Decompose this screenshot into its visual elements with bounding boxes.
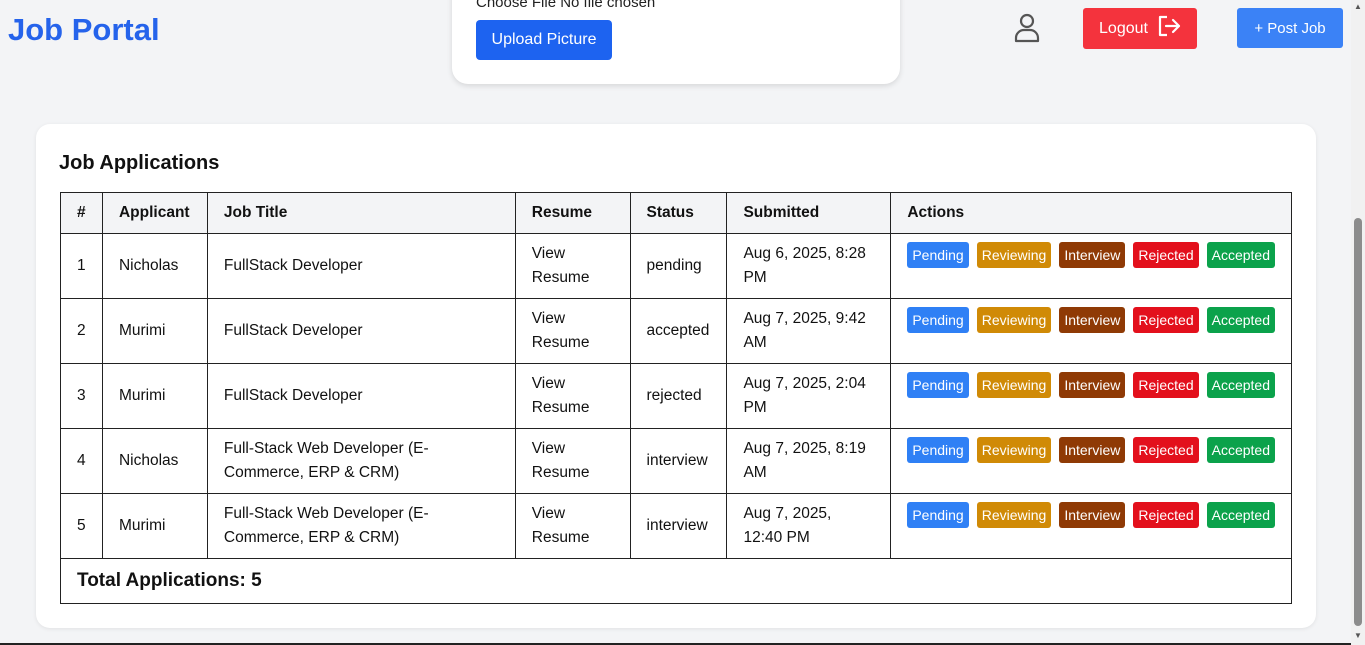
set-accepted-button[interactable]: Accepted	[1206, 372, 1275, 398]
status-actions: Pending Reviewing Interview Rejected Accepte…	[907, 372, 1275, 398]
job-title: Full-Stack Web Developer (E-Commerce, ER…	[206, 493, 516, 559]
set-accepted-button[interactable]: Accepted	[1206, 242, 1275, 268]
submitted-date: Aug 7, 2025, 12:40 PM	[726, 493, 892, 559]
set-reviewing-button[interactable]: Reviewing	[976, 502, 1052, 528]
set-rejected-button[interactable]: Rejected	[1133, 502, 1199, 528]
row-number: 5	[60, 493, 103, 559]
logout-label: Logout	[1099, 19, 1148, 37]
set-pending-button[interactable]: Pending	[907, 437, 969, 463]
table-row: 2 Murimi FullStack Developer View Resume acc…	[60, 298, 1292, 364]
actions-cell: Pending Reviewing Interview Rejected Accepte…	[890, 428, 1292, 494]
applicant-name: Murimi	[101, 363, 208, 429]
applicant-name: Nicholas	[101, 428, 208, 494]
applicant-name: Nicholas	[101, 233, 208, 299]
set-rejected-button[interactable]: Rejected	[1133, 437, 1199, 463]
actions-cell: Pending Reviewing Interview Rejected Accepte…	[890, 233, 1292, 299]
table-header-row: # Applicant Job Title Resume Status Subm…	[60, 192, 1292, 234]
column-header-status: Status	[629, 192, 728, 234]
row-number: 1	[60, 233, 103, 299]
column-header-number: #	[60, 192, 103, 234]
status-text: rejected	[629, 363, 728, 429]
set-rejected-button[interactable]: Rejected	[1133, 242, 1199, 268]
row-number: 3	[60, 363, 103, 429]
job-title: FullStack Developer	[206, 363, 516, 429]
scroll-down-arrow-icon[interactable]: ▼	[1353, 631, 1363, 641]
applicant-name: Murimi	[101, 493, 208, 559]
status-actions: Pending Reviewing Interview Rejected Accepte…	[907, 307, 1275, 333]
status-text: interview	[629, 493, 728, 559]
status-actions: Pending Reviewing Interview Rejected Accepte…	[907, 437, 1275, 463]
view-resume-link[interactable]: View Resume	[514, 363, 631, 429]
row-number: 2	[60, 298, 103, 364]
table-row: 5 Murimi Full-Stack Web Developer (E-Comme…	[60, 493, 1292, 559]
set-interview-button[interactable]: Interview	[1059, 372, 1126, 398]
view-resume-link[interactable]: View Resume	[514, 233, 631, 299]
logout-button[interactable]: Logout	[1083, 8, 1197, 49]
applications-title: Job Applications	[59, 152, 220, 174]
file-input[interactable]: Choose File No file chosen	[476, 0, 655, 11]
set-interview-button[interactable]: Interview	[1059, 307, 1126, 333]
status-text: accepted	[629, 298, 728, 364]
applications-card: Job Applications # Applicant Job Title R…	[36, 124, 1316, 628]
set-interview-button[interactable]: Interview	[1059, 502, 1126, 528]
status-actions: Pending Reviewing Interview Rejected Accepte…	[907, 502, 1275, 528]
logout-icon	[1157, 15, 1181, 42]
status-text: pending	[629, 233, 728, 299]
job-title: FullStack Developer	[206, 298, 516, 364]
applications-table: # Applicant Job Title Resume Status Subm…	[60, 192, 1292, 604]
submitted-date: Aug 6, 2025, 8:28 PM	[726, 233, 892, 299]
submitted-date: Aug 7, 2025, 9:42 AM	[726, 298, 892, 364]
set-accepted-button[interactable]: Accepted	[1206, 437, 1275, 463]
scroll-thumb[interactable]	[1354, 218, 1362, 626]
table-row: 4 Nicholas Full-Stack Web Developer (E-Com…	[60, 428, 1292, 494]
column-header-actions: Actions	[890, 192, 1292, 234]
set-reviewing-button[interactable]: Reviewing	[976, 437, 1052, 463]
page-scrollbar[interactable]: ▲ ▼	[1351, 0, 1365, 645]
column-header-applicant: Applicant	[101, 192, 208, 234]
set-accepted-button[interactable]: Accepted	[1206, 307, 1275, 333]
user-icon[interactable]	[1013, 13, 1041, 43]
set-reviewing-button[interactable]: Reviewing	[976, 372, 1052, 398]
set-pending-button[interactable]: Pending	[907, 307, 969, 333]
upload-card: Choose File No file chosen Upload Pictur…	[452, 0, 900, 84]
column-header-job-title: Job Title	[206, 192, 516, 234]
post-job-button[interactable]: + Post Job	[1237, 8, 1343, 48]
page: Job Portal Choose File No file chosen Up…	[0, 0, 1365, 645]
brand-logo[interactable]: Job Portal	[8, 12, 160, 48]
set-accepted-button[interactable]: Accepted	[1206, 502, 1275, 528]
total-applications: Total Applications: 5	[60, 558, 1292, 604]
actions-cell: Pending Reviewing Interview Rejected Accepte…	[890, 363, 1292, 429]
applicant-name: Murimi	[101, 298, 208, 364]
set-interview-button[interactable]: Interview	[1059, 437, 1126, 463]
view-resume-link[interactable]: View Resume	[514, 428, 631, 494]
column-header-submitted: Submitted	[726, 192, 892, 234]
set-reviewing-button[interactable]: Reviewing	[976, 307, 1052, 333]
row-number: 4	[60, 428, 103, 494]
set-pending-button[interactable]: Pending	[907, 242, 969, 268]
table-row: 1 Nicholas FullStack Developer View Resume p…	[60, 233, 1292, 299]
submitted-date: Aug 7, 2025, 8:19 AM	[726, 428, 892, 494]
set-pending-button[interactable]: Pending	[907, 372, 969, 398]
submitted-date: Aug 7, 2025, 2:04 PM	[726, 363, 892, 429]
actions-cell: Pending Reviewing Interview Rejected Accepte…	[890, 493, 1292, 559]
status-text: interview	[629, 428, 728, 494]
upload-picture-button[interactable]: Upload Picture	[476, 20, 612, 60]
column-header-resume: Resume	[514, 192, 631, 234]
set-reviewing-button[interactable]: Reviewing	[976, 242, 1052, 268]
job-title: Full-Stack Web Developer (E-Commerce, ER…	[206, 428, 516, 494]
scroll-up-arrow-icon[interactable]: ▲	[1353, 2, 1363, 12]
actions-cell: Pending Reviewing Interview Rejected Accepte…	[890, 298, 1292, 364]
table-row: 3 Murimi FullStack Developer View Resume rej…	[60, 363, 1292, 429]
set-rejected-button[interactable]: Rejected	[1133, 372, 1199, 398]
set-interview-button[interactable]: Interview	[1059, 242, 1126, 268]
status-actions: Pending Reviewing Interview Rejected Accepte…	[907, 242, 1275, 268]
job-title: FullStack Developer	[206, 233, 516, 299]
set-rejected-button[interactable]: Rejected	[1133, 307, 1199, 333]
set-pending-button[interactable]: Pending	[907, 502, 969, 528]
view-resume-link[interactable]: View Resume	[514, 298, 631, 364]
view-resume-link[interactable]: View Resume	[514, 493, 631, 559]
table-footer-row: Total Applications: 5	[60, 558, 1292, 604]
